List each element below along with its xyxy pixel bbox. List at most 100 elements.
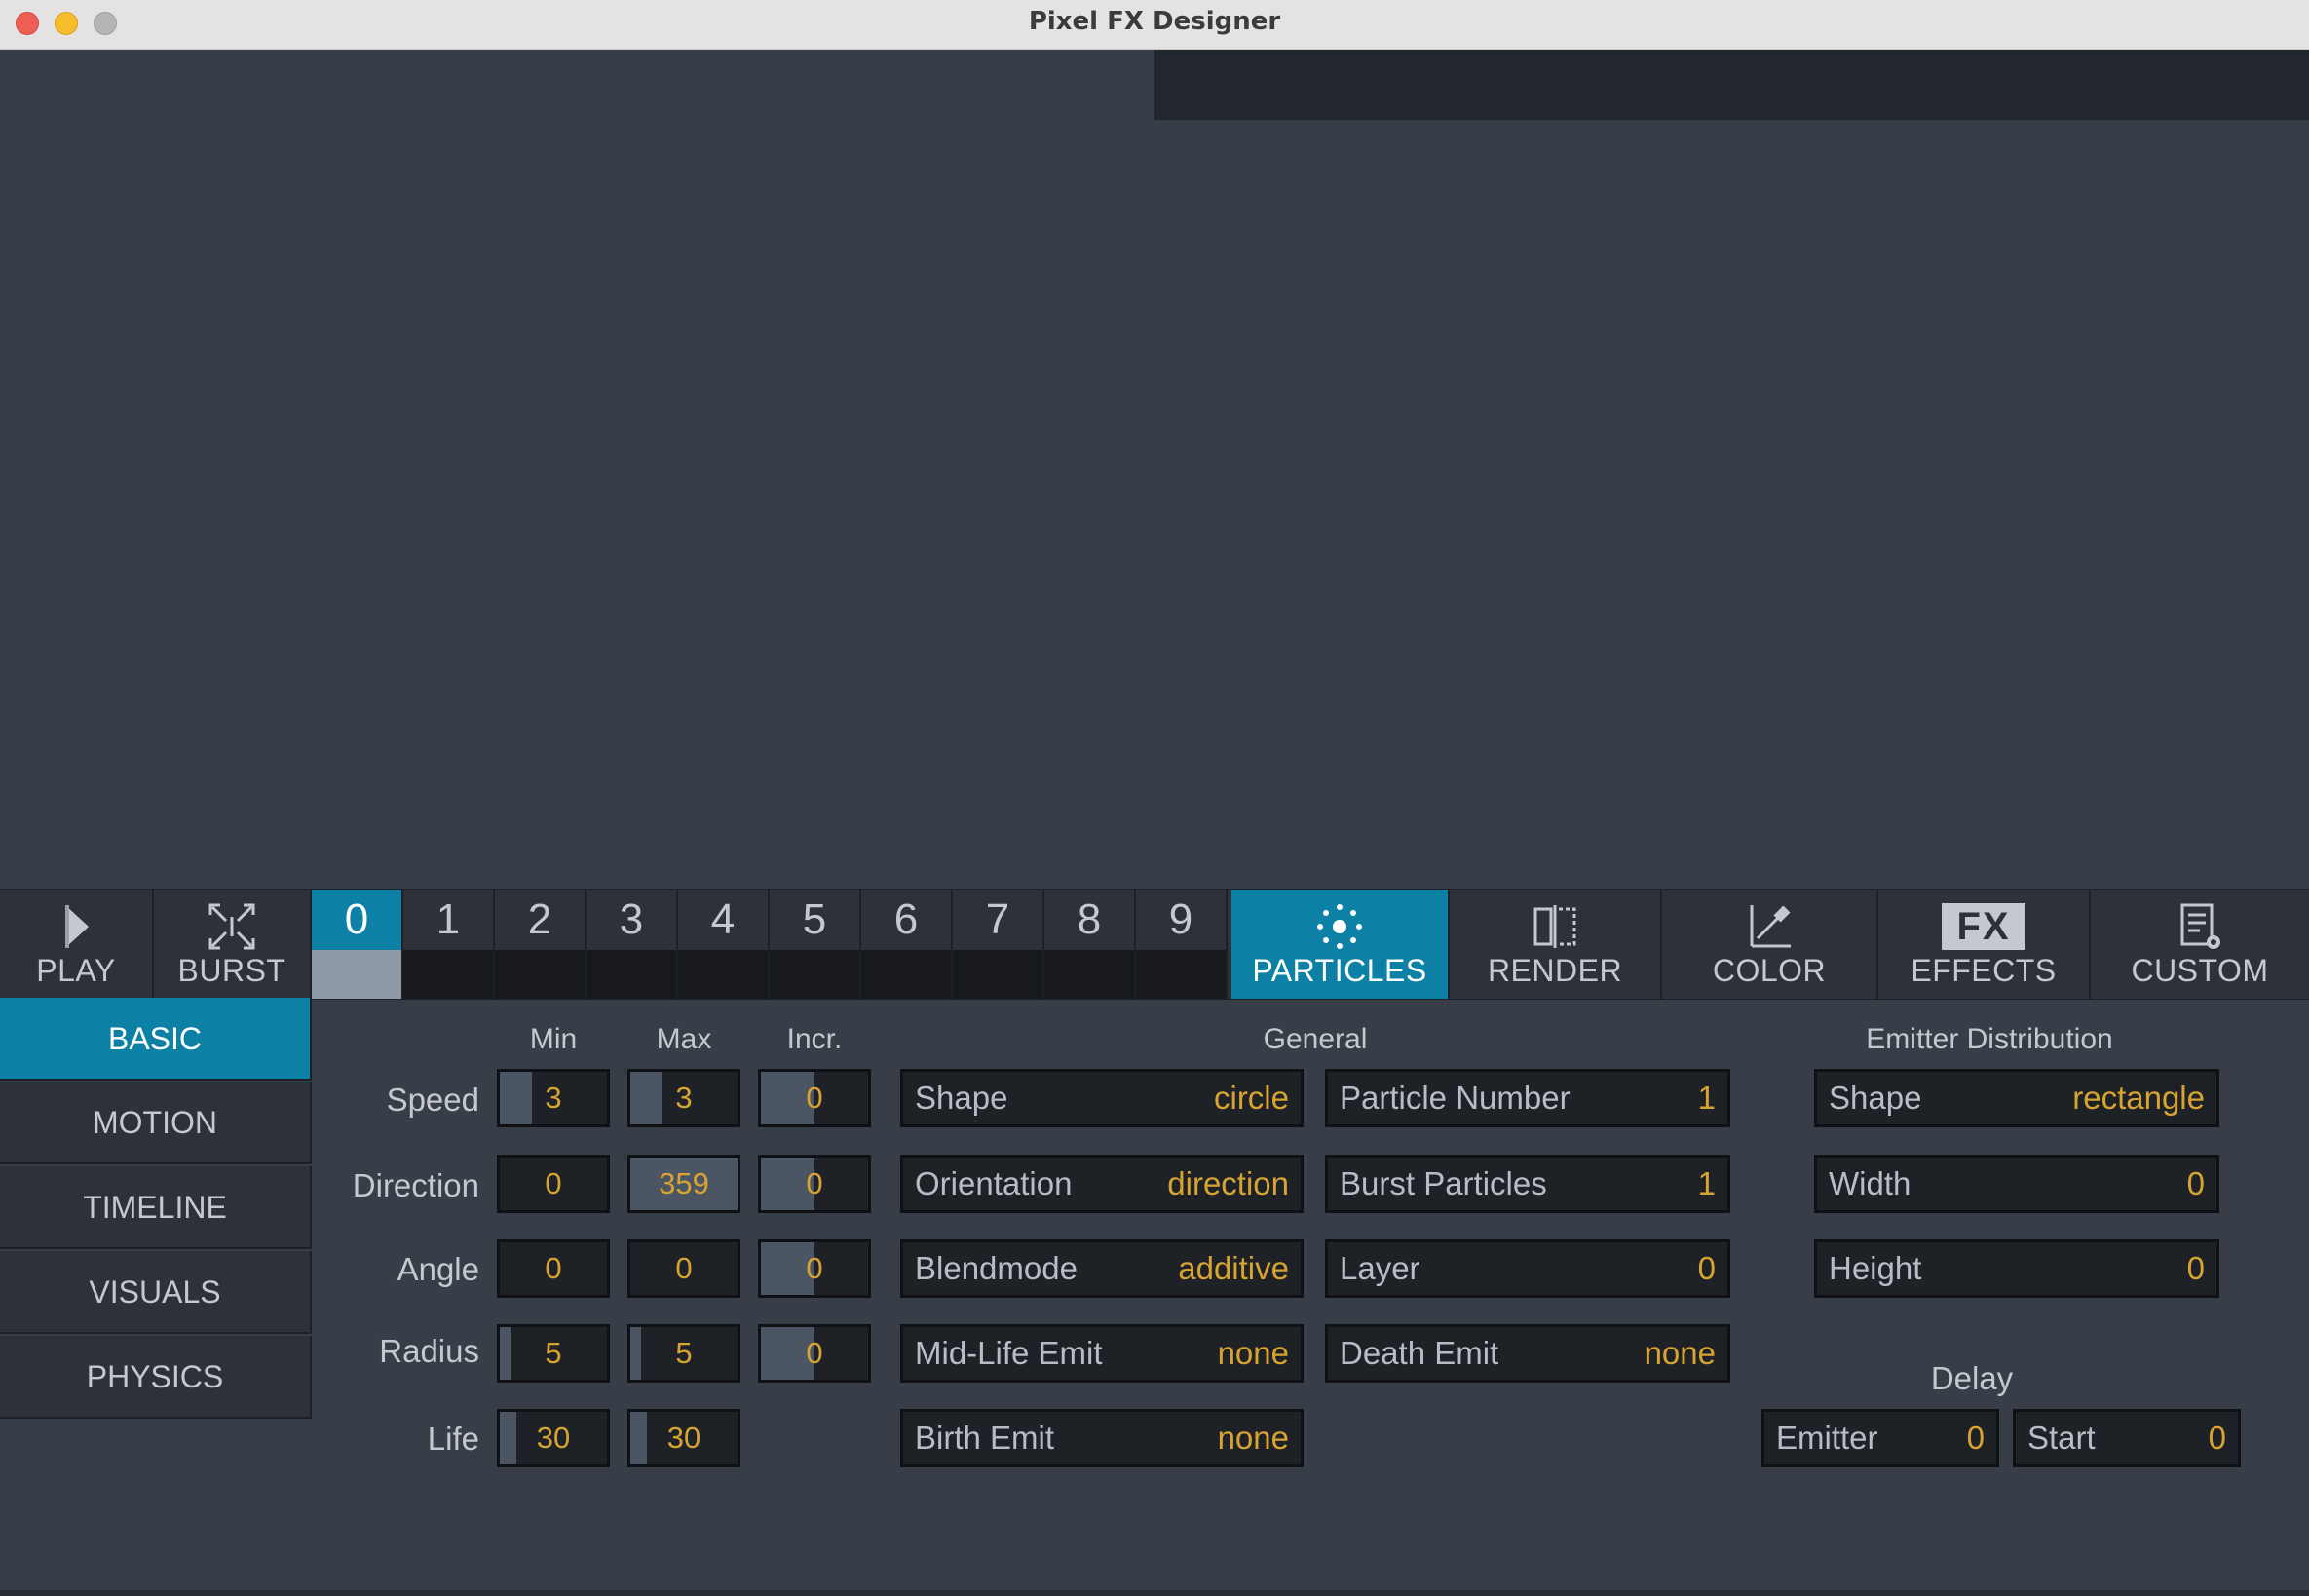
emitter-slot-4[interactable]: 4	[678, 890, 770, 999]
field-value: 5	[545, 1336, 562, 1370]
field-value: 0	[675, 1251, 693, 1285]
color-picker-icon	[1750, 905, 1791, 948]
emitter-slot-8[interactable]: 8	[1044, 890, 1136, 999]
title-bar: Pixel FX Designer	[0, 0, 2309, 50]
emitter-slot-6[interactable]: 6	[861, 890, 953, 999]
field-key: Birth Emit	[915, 1420, 1055, 1456]
emitter-slot-2[interactable]: 2	[495, 890, 587, 999]
emitter-indicator	[587, 950, 676, 999]
emitter-distribution-heading: Emitter Distribution	[1866, 1023, 2113, 1055]
field-value: 359	[659, 1166, 709, 1200]
sidebar-item-basic[interactable]: BASIC	[0, 998, 312, 1081]
radius-max-field[interactable]: 5	[627, 1324, 740, 1383]
direction-max-field[interactable]: 359	[627, 1155, 740, 1213]
field-key: Orientation	[915, 1165, 1073, 1201]
field-value: 0	[2186, 1250, 2205, 1286]
custom-icon	[2180, 903, 2220, 949]
emitter-indicator	[1136, 950, 1226, 999]
field-value: 0	[806, 1251, 823, 1285]
play-button[interactable]: PLAY	[0, 890, 154, 999]
emitter-number: 2	[495, 890, 585, 950]
emitter-slot-9[interactable]: 9	[1136, 890, 1228, 999]
sidebar-item-physics[interactable]: PHYSICS	[0, 1336, 312, 1419]
blendmode-field[interactable]: Blendmode additive	[900, 1239, 1304, 1298]
emitter-number: 4	[678, 890, 768, 950]
window-bottom-edge	[0, 1590, 2309, 1596]
toolbar: PLAY BURST 0 1 2 3 4 5 6 7 8 9 PARTICLES	[0, 889, 2309, 1000]
direction-min-field[interactable]: 0	[497, 1155, 610, 1213]
birth-emit-field[interactable]: Birth Emit none	[900, 1409, 1304, 1467]
field-value: 0	[2208, 1420, 2226, 1456]
particle-number-field[interactable]: Particle Number 1	[1325, 1069, 1730, 1127]
orientation-field[interactable]: Orientation direction	[900, 1155, 1304, 1213]
burst-particles-field[interactable]: Burst Particles 1	[1325, 1155, 1730, 1213]
emitter-indicator	[403, 950, 493, 999]
field-value: 0	[1966, 1420, 1985, 1456]
delay-emitter-field[interactable]: Emitter 0	[1761, 1409, 1999, 1467]
emitter-slot-3[interactable]: 3	[587, 890, 678, 999]
emitter-indicator	[1044, 950, 1134, 999]
column-header-incr: Incr.	[786, 1023, 843, 1055]
sidebar-item-motion[interactable]: MOTION	[0, 1082, 312, 1164]
row-label-direction: Direction	[352, 1167, 479, 1203]
angle-max-field[interactable]: 0	[627, 1239, 740, 1298]
field-value: 0	[1697, 1250, 1716, 1286]
distribution-height-field[interactable]: Height 0	[1814, 1239, 2219, 1298]
radius-min-field[interactable]: 5	[497, 1324, 610, 1383]
direction-incr-field[interactable]: 0	[758, 1155, 871, 1213]
angle-min-field[interactable]: 0	[497, 1239, 610, 1298]
field-value: 30	[666, 1421, 701, 1455]
field-key: Particle Number	[1340, 1080, 1571, 1116]
distribution-width-field[interactable]: Width 0	[1814, 1155, 2219, 1213]
burst-button[interactable]: BURST	[154, 890, 312, 999]
tab-label: COLOR	[1712, 953, 1827, 988]
field-key: Emitter	[1776, 1420, 1878, 1456]
field-value: 0	[2186, 1165, 2205, 1201]
distribution-shape-field[interactable]: Shape rectangle	[1814, 1069, 2219, 1127]
delay-start-field[interactable]: Start 0	[2013, 1409, 2241, 1467]
field-value: 0	[806, 1081, 823, 1115]
preview-canvas[interactable]	[0, 50, 2309, 890]
emitter-slot-1[interactable]: 1	[403, 890, 495, 999]
emitter-number: 9	[1136, 890, 1226, 950]
field-key: Height	[1829, 1250, 1922, 1286]
shape-field[interactable]: Shape circle	[900, 1069, 1304, 1127]
tab-label: PARTICLES	[1252, 953, 1427, 988]
emitter-slot-5[interactable]: 5	[770, 890, 861, 999]
mid-life-emit-field[interactable]: Mid-Life Emit none	[900, 1324, 1304, 1383]
field-value: rectangle	[2072, 1080, 2205, 1116]
field-value: direction	[1167, 1165, 1289, 1201]
preview-info-strip	[1154, 50, 2309, 120]
emitter-number: 5	[770, 890, 859, 950]
emitter-indicator	[861, 950, 951, 999]
tab-color[interactable]: COLOR	[1662, 890, 1878, 999]
radius-incr-field[interactable]: 0	[758, 1324, 871, 1383]
window-title: Pixel FX Designer	[1028, 7, 1281, 36]
value-fill-bar	[630, 1327, 641, 1380]
tab-render[interactable]: RENDER	[1450, 890, 1662, 999]
layer-field[interactable]: Layer 0	[1325, 1239, 1730, 1298]
angle-incr-field[interactable]: 0	[758, 1239, 871, 1298]
emitter-number: 1	[403, 890, 493, 950]
speed-min-field[interactable]: 3	[497, 1069, 610, 1127]
life-min-field[interactable]: 30	[497, 1409, 610, 1467]
emitter-indicator	[953, 950, 1042, 999]
emitter-indicator	[678, 950, 768, 999]
field-value: 0	[806, 1336, 823, 1370]
tab-label: CUSTOM	[2131, 953, 2269, 988]
field-key: Burst Particles	[1340, 1165, 1547, 1201]
field-value: 5	[675, 1336, 693, 1370]
tab-custom[interactable]: CUSTOM	[2091, 890, 2309, 999]
sidebar-item-timeline[interactable]: TIMELINE	[0, 1166, 312, 1249]
tab-particles[interactable]: PARTICLES	[1231, 890, 1450, 999]
speed-max-field[interactable]: 3	[627, 1069, 740, 1127]
speed-incr-field[interactable]: 0	[758, 1069, 871, 1127]
death-emit-field[interactable]: Death Emit none	[1325, 1324, 1730, 1383]
emitter-slot-7[interactable]: 7	[953, 890, 1044, 999]
emitter-slot-0[interactable]: 0	[312, 890, 403, 999]
play-label: PLAY	[36, 953, 116, 988]
tab-effects[interactable]: FX EFFECTS	[1878, 890, 2091, 999]
sidebar-item-visuals[interactable]: VISUALS	[0, 1251, 312, 1334]
emitter-number: 7	[953, 890, 1042, 950]
life-max-field[interactable]: 30	[627, 1409, 740, 1467]
